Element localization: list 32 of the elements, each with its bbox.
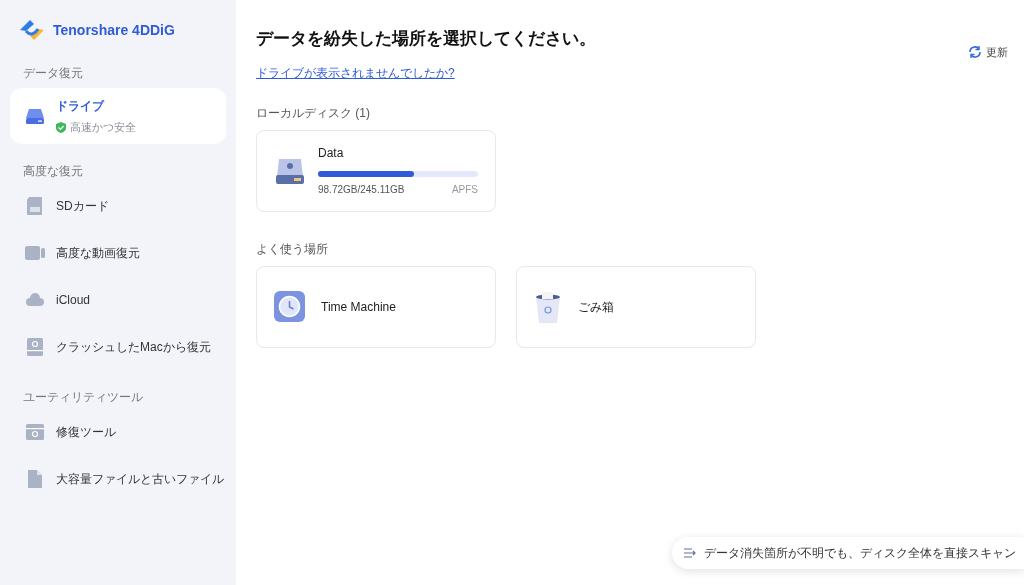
section-title: ローカルディスク (1) bbox=[256, 104, 371, 122]
sidebar-item[interactable]: クラッシュしたMacから復元 bbox=[10, 323, 226, 370]
refresh-button[interactable]: 更新 bbox=[968, 44, 1008, 61]
sidebar-item[interactable]: SDカード bbox=[10, 182, 226, 229]
refresh-icon bbox=[968, 45, 982, 60]
disk-name: Data bbox=[318, 145, 345, 162]
page-title: データを紛失した場所を選択してください。 bbox=[256, 28, 596, 50]
clock-icon bbox=[274, 291, 305, 322]
disk-format: APFS bbox=[451, 183, 478, 197]
list-arrow-icon bbox=[684, 548, 696, 558]
section-title: よく使う場所 bbox=[256, 240, 329, 258]
sidebar-item[interactable]: ドライブ 高速かつ安全 bbox=[10, 88, 226, 144]
sidebar-item[interactable]: iCloud bbox=[10, 276, 226, 323]
section-title: 高度な復元 bbox=[22, 163, 84, 180]
help-link[interactable]: ドライブが表示されませんでしたか? bbox=[256, 63, 596, 82]
sidebar-item[interactable]: 高度な動画復元 bbox=[10, 229, 226, 276]
sidebar-item[interactable]: 大容量ファイルと古いファイル bbox=[10, 455, 226, 502]
disk-card[interactable]: Data 98.72GB/245.11GB APFS bbox=[256, 129, 496, 212]
location-card[interactable]: ごみ箱 bbox=[516, 265, 756, 348]
disk-usage: 98.72GB/245.11GB bbox=[318, 183, 405, 197]
section-title: データ復元 bbox=[22, 65, 84, 82]
app-name: Tenorshare 4DDiG bbox=[53, 20, 175, 40]
sidebar-item[interactable]: 修復ツール bbox=[10, 408, 226, 455]
location-label: ごみ箱 bbox=[578, 298, 614, 316]
full-scan-button[interactable]: データ消失箇所が不明でも、ディスク全体を直接スキャン bbox=[672, 537, 1024, 569]
shield-icon bbox=[56, 121, 66, 133]
item-subtitle: 高速かつ安全 bbox=[70, 119, 136, 135]
location-card[interactable]: Time Machine bbox=[256, 265, 496, 348]
trash-icon bbox=[534, 290, 562, 323]
section-title: ユーティリティツール bbox=[22, 389, 144, 406]
computer-icon bbox=[24, 335, 46, 358]
location-label: Time Machine bbox=[321, 298, 396, 316]
